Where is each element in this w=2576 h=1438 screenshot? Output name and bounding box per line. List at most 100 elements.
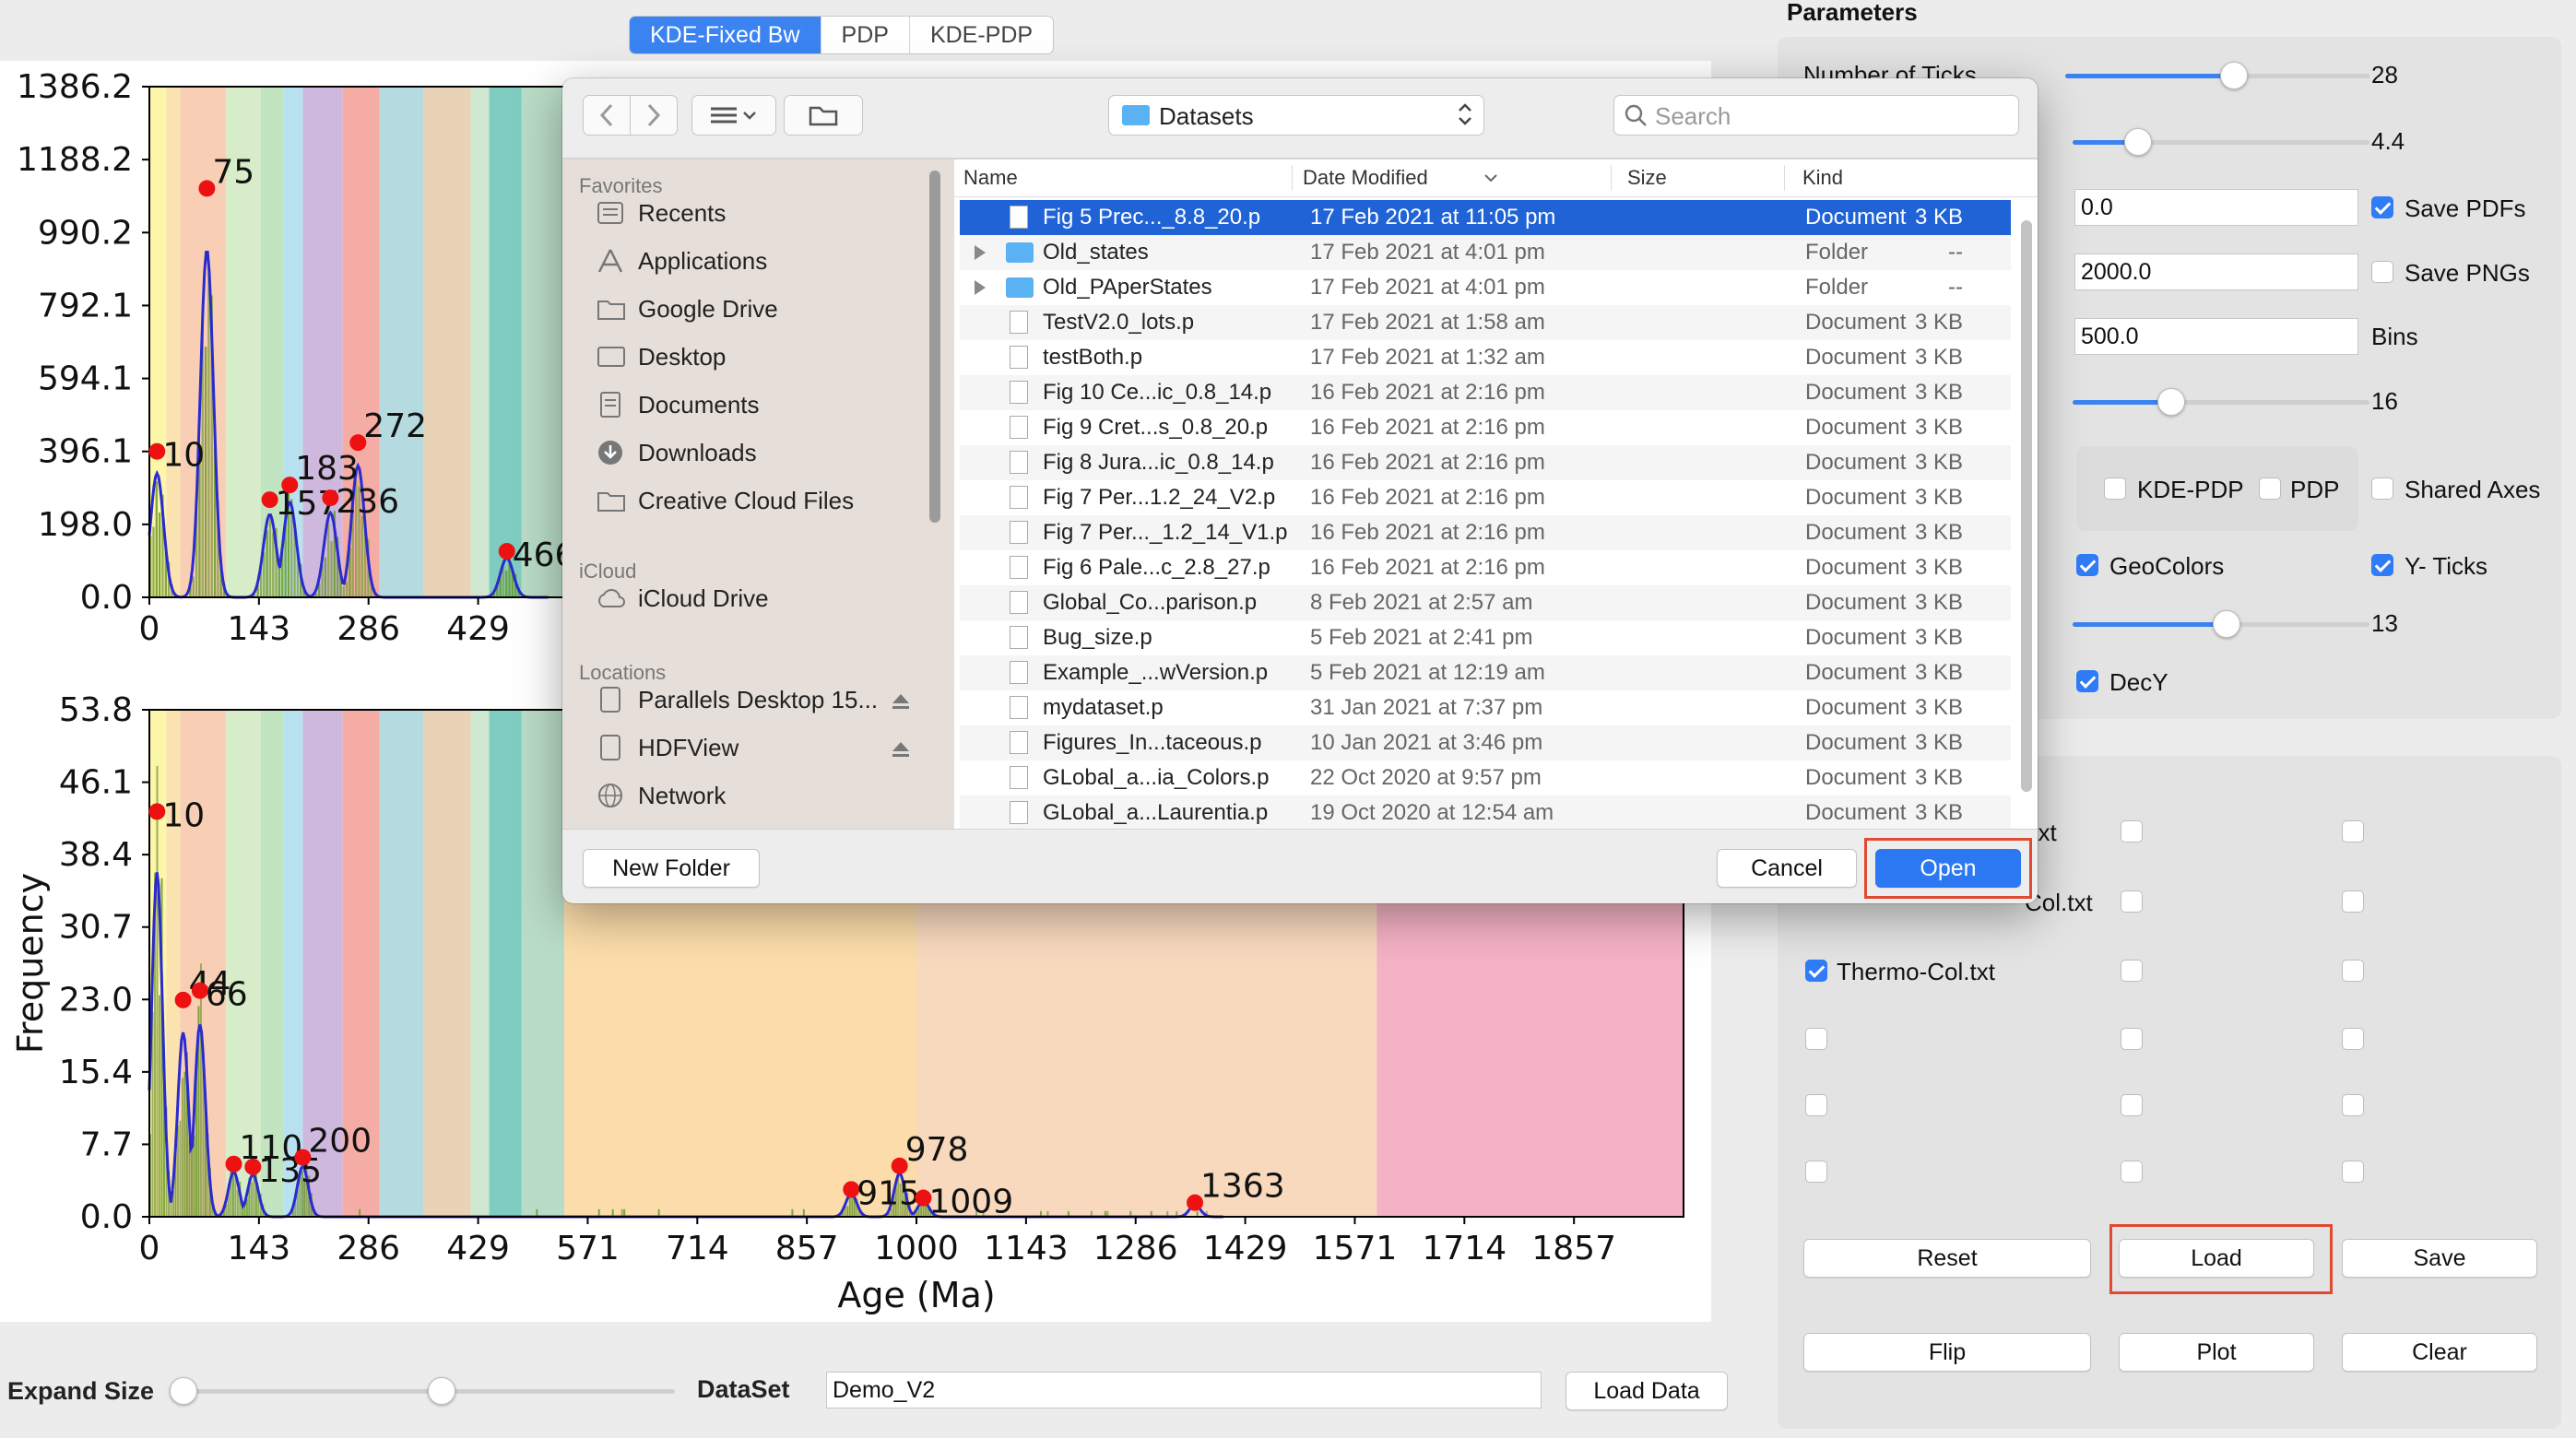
thermo-col3-checkbox[interactable] (2342, 960, 2364, 982)
sidebar-item-downloads[interactable]: Downloads (596, 432, 757, 473)
list-scrollbar[interactable] (2021, 220, 2032, 792)
tab-pdp[interactable]: PDP (821, 17, 910, 53)
sidebar-item-documents[interactable]: Documents (596, 384, 760, 425)
thermo-col2-checkbox[interactable] (2121, 960, 2143, 982)
sidebar-item-hdfview[interactable]: HDFView (596, 727, 739, 768)
sidebar-item-network[interactable]: Network (596, 775, 726, 816)
column-name[interactable]: Name (963, 159, 1018, 196)
dataset-input[interactable]: Demo_V2 (826, 1372, 1542, 1409)
column-size[interactable]: Size (1627, 159, 1667, 196)
file-one-col2-checkbox[interactable] (2121, 820, 2143, 843)
file-row[interactable]: Example_...wVersion.p 5 Feb 2021 at 12:19… (960, 655, 2011, 690)
sidebar: Favorites Recents Applications Google Dr… (562, 159, 954, 829)
empty-row1-col3-checkbox[interactable] (2342, 1028, 2364, 1050)
empty-row3-checkbox[interactable] (1805, 1161, 1827, 1183)
folder-row[interactable]: Old_states 17 Feb 2021 at 4:01 pm Folder -- (960, 235, 2011, 270)
sidebar-item-desktop[interactable]: Desktop (596, 336, 726, 377)
footer-divider (562, 829, 2038, 830)
thermo-col-checkbox[interactable] (1805, 960, 1827, 982)
file-row[interactable]: Fig 7 Per...1.2_24_V2.p 16 Feb 2021 at 2:… (960, 480, 2011, 515)
file-row[interactable]: Fig 8 Jura...ic_0.8_14.p 16 Feb 2021 at 2… (960, 445, 2011, 480)
histogram-bar (192, 576, 195, 597)
expand-size-knob-left[interactable] (170, 1377, 197, 1405)
tab-kde-pdp[interactable]: KDE-PDP (910, 17, 1053, 53)
sidebar-item-applications[interactable]: Applications (596, 241, 767, 281)
file-date: 17 Feb 2021 at 4:01 pm (1310, 275, 1545, 300)
column-date[interactable]: Date Modified (1303, 159, 1428, 196)
max-age-field[interactable]: 2000.0 (2074, 253, 2358, 290)
file-two-col3-checkbox[interactable] (2342, 890, 2364, 913)
file-row[interactable]: Global_Co...parison.p 8 Feb 2021 at 2:57 … (960, 585, 2011, 620)
column-kind[interactable]: Kind (1802, 159, 1843, 196)
file-row[interactable]: Fig 6 Pale...c_2.8_27.p 16 Feb 2021 at 2:… (960, 550, 2011, 585)
save-pdfs-checkbox[interactable] (2371, 196, 2393, 218)
file-name: mydataset.p (1043, 695, 1164, 720)
kde-pdp-checkbox[interactable] (2104, 477, 2126, 500)
reset-button[interactable]: Reset (1803, 1239, 2091, 1278)
sidebar-item-icloud-drive[interactable]: iCloud Drive (596, 578, 769, 619)
tab-kde-fixed-bw[interactable]: KDE-Fixed Bw (630, 17, 821, 53)
eject-icon[interactable] (891, 740, 911, 763)
min-age-field[interactable]: 0.0 (2074, 189, 2358, 226)
shared-axes-checkbox[interactable] (2371, 477, 2393, 500)
bandwidth-slider-knob[interactable] (2124, 128, 2152, 156)
cloud-icon (596, 584, 627, 612)
decy-checkbox[interactable] (2076, 670, 2098, 692)
document-icon (1010, 801, 1028, 824)
new-folder-button[interactable]: New Folder (583, 849, 760, 888)
bins-field[interactable]: 500.0 (2074, 318, 2358, 355)
eject-icon[interactable] (891, 692, 911, 715)
histogram-bar (268, 517, 272, 597)
folder-row[interactable]: Old_PAperStates 17 Feb 2021 at 4:01 pm Fol… (960, 270, 2011, 305)
empty-row2-col3-checkbox[interactable] (2342, 1094, 2364, 1116)
sidebar-item-parallels[interactable]: Parallels Desktop 15... (596, 679, 878, 720)
file-row[interactable]: GLobal_a...Laurentia.p 19 Oct 2020 at 12:… (960, 796, 2011, 831)
empty-row1-col2-checkbox[interactable] (2121, 1028, 2143, 1050)
file-row[interactable]: testBoth.p 17 Feb 2021 at 1:32 am Document… (960, 340, 2011, 375)
ticks-slider-knob[interactable] (2220, 62, 2248, 89)
back-button[interactable] (583, 95, 631, 136)
empty-row1-checkbox[interactable] (1805, 1028, 1827, 1050)
flip-button[interactable]: Flip (1803, 1333, 2091, 1372)
slider-four-knob[interactable] (2213, 610, 2240, 638)
new-folder-toolbar-button[interactable] (784, 95, 863, 136)
file-row[interactable]: Figures_In...taceous.p 10 Jan 2021 at 3:4… (960, 725, 2011, 760)
file-row[interactable]: Fig 5 Prec..._8.8_20.p 17 Feb 2021 at 11:… (960, 200, 2011, 235)
file-row[interactable]: Fig 10 Ce...ic_0.8_14.p 16 Feb 2021 at 2:… (960, 375, 2011, 410)
disclosure-triangle-icon[interactable] (975, 245, 986, 260)
file-one-col3-checkbox[interactable] (2342, 820, 2364, 843)
sidebar-item-creative-cloud[interactable]: Creative Cloud Files (596, 480, 854, 521)
file-row[interactable]: GLobal_a...ia_Colors.p 22 Oct 2020 at 9:5… (960, 760, 2011, 796)
empty-row2-checkbox[interactable] (1805, 1094, 1827, 1116)
file-row[interactable]: Bug_size.p 5 Feb 2021 at 2:41 pm Document 3… (960, 620, 2011, 655)
y-ticks-checkbox[interactable] (2371, 554, 2393, 576)
sidebar-scrollbar[interactable] (929, 171, 940, 523)
save-pngs-checkbox[interactable] (2371, 261, 2393, 283)
empty-row2-col2-checkbox[interactable] (2121, 1094, 2143, 1116)
empty-row3-col2-checkbox[interactable] (2121, 1161, 2143, 1183)
file-two-col2-checkbox[interactable] (2121, 890, 2143, 913)
document-icon (596, 391, 627, 418)
search-field[interactable]: Search (1613, 95, 2019, 136)
location-popup[interactable]: Datasets (1108, 95, 1484, 136)
view-options-button[interactable] (691, 95, 776, 136)
file-row[interactable]: mydataset.p 31 Jan 2021 at 7:37 pm Documen… (960, 690, 2011, 725)
geocolors-checkbox[interactable] (2076, 554, 2098, 576)
forward-button[interactable] (630, 95, 678, 136)
pdp-checkbox[interactable] (2259, 477, 2281, 500)
plot-button[interactable]: Plot (2119, 1333, 2314, 1372)
clear-button[interactable]: Clear (2342, 1333, 2537, 1372)
sidebar-item-google-drive[interactable]: Google Drive (596, 289, 778, 329)
disclosure-triangle-icon[interactable] (975, 280, 986, 295)
expand-size-knob-right[interactable] (428, 1377, 455, 1405)
file-row[interactable]: Fig 9 Cret...s_0.8_20.p 16 Feb 2021 at 2:… (960, 410, 2011, 445)
empty-row3-col3-checkbox[interactable] (2342, 1161, 2364, 1183)
file-row[interactable]: Fig 7 Per..._1.2_14_V1.p 16 Feb 2021 at 2… (960, 515, 2011, 550)
load-data-button[interactable]: Load Data (1566, 1372, 1728, 1410)
cancel-button[interactable]: Cancel (1717, 849, 1857, 888)
slider-three-knob[interactable] (2157, 388, 2185, 416)
chevron-left-icon (599, 103, 613, 127)
sidebar-item-recents[interactable]: Recents (596, 193, 726, 233)
save-button[interactable]: Save (2342, 1239, 2537, 1278)
file-row[interactable]: TestV2.0_lots.p 17 Feb 2021 at 1:58 am Doc… (960, 305, 2011, 340)
